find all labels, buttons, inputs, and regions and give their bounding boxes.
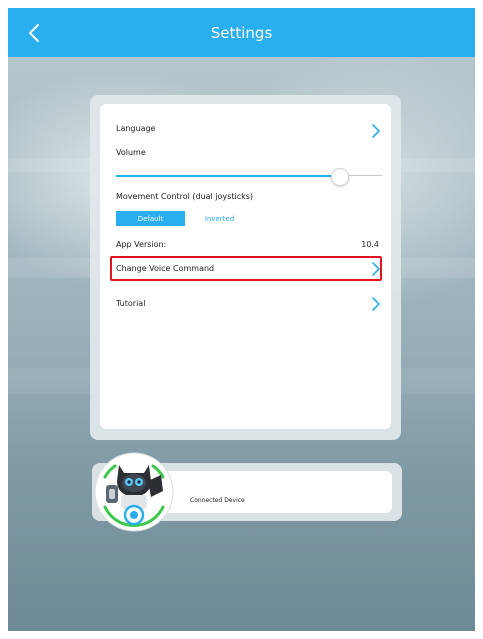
volume-slider-thumb[interactable] — [331, 168, 349, 186]
app-version-value: 10.4 — [361, 240, 379, 249]
movement-control-toggle: Default Inverted — [116, 211, 254, 226]
settings-card: Language Volume Movement Control (dual j… — [100, 104, 391, 429]
app-screen: Settings Language Volume Movement Contro… — [8, 8, 475, 631]
volume-slider-fill — [116, 175, 331, 177]
volume-slider-track — [347, 175, 382, 176]
language-label: Language — [116, 124, 156, 133]
robot-icon — [94, 452, 174, 532]
app-version-label: App Version: — [116, 240, 167, 249]
tutorial-label[interactable]: Tutorial — [116, 299, 145, 308]
connected-device-label: Connected Device — [190, 497, 245, 504]
language-row-button[interactable] — [369, 123, 383, 139]
chevron-right-icon — [372, 262, 380, 276]
volume-slider[interactable] — [116, 168, 382, 186]
tutorial-row-button[interactable] — [369, 296, 383, 312]
movement-default-button[interactable]: Default — [116, 211, 185, 226]
change-voice-command-label[interactable]: Change Voice Command — [116, 264, 214, 273]
movement-inverted-button[interactable]: Inverted — [185, 211, 254, 226]
header-bar: Settings — [8, 8, 475, 57]
chevron-left-icon — [29, 24, 39, 42]
chevron-right-icon — [372, 124, 380, 138]
robot-avatar[interactable] — [93, 451, 175, 533]
settings-panel: Language Volume Movement Control (dual j… — [90, 95, 401, 440]
chevron-right-icon — [372, 297, 380, 311]
movement-control-label: Movement Control (dual joysticks) — [116, 192, 254, 201]
change-voice-command-button[interactable] — [369, 261, 383, 277]
page-title: Settings — [210, 23, 273, 42]
volume-label: Volume — [116, 148, 146, 157]
back-button[interactable] — [22, 20, 48, 46]
